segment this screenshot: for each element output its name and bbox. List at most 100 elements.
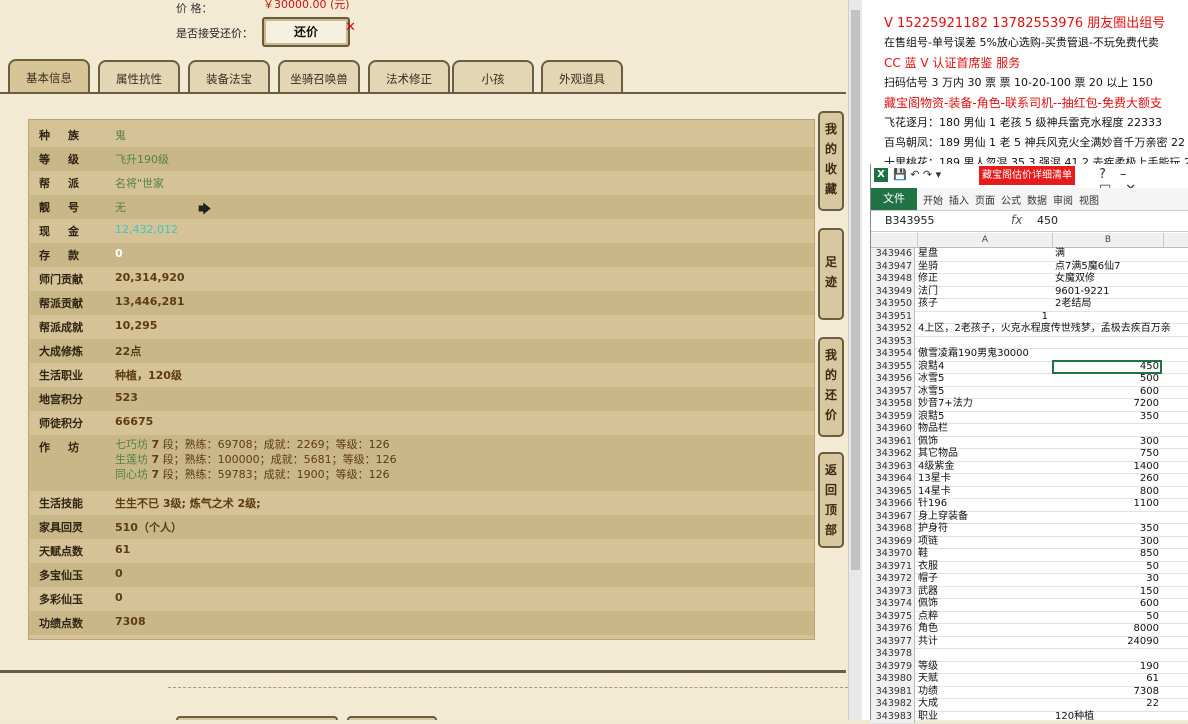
cell-a[interactable]: 项链 bbox=[917, 536, 1052, 548]
row-number[interactable]: 343972 bbox=[871, 573, 915, 586]
cell-b[interactable]: 7200 bbox=[1053, 398, 1161, 410]
cell-a[interactable]: 针196 bbox=[917, 498, 1052, 510]
row-number[interactable]: 343958 bbox=[871, 398, 915, 411]
sheet-row[interactable]: 343973武器150 bbox=[871, 586, 1188, 600]
cell-a[interactable]: 佩饰 bbox=[917, 598, 1052, 610]
row-number[interactable]: 343961 bbox=[871, 436, 915, 449]
cell-a[interactable]: 修正 bbox=[917, 273, 1052, 285]
row-number[interactable]: 343970 bbox=[871, 548, 915, 561]
row-number[interactable]: 343966 bbox=[871, 498, 915, 511]
cell-b[interactable]: 600 bbox=[1053, 386, 1161, 398]
cell-a[interactable]: 角色 bbox=[917, 623, 1052, 635]
row-number[interactable]: 343956 bbox=[871, 373, 915, 386]
sheet-row[interactable]: 3439511 bbox=[871, 311, 1188, 325]
cell-b[interactable]: 350 bbox=[1053, 411, 1161, 423]
cell-b[interactable]: 350 bbox=[1053, 523, 1161, 535]
cell-b[interactable]: 30 bbox=[1053, 573, 1161, 585]
cell-a[interactable]: 4上区，2老孩子，火克水程度传世残梦，孟极去疾百万亲 bbox=[917, 323, 1052, 335]
cell-a[interactable]: 其它物品 bbox=[917, 448, 1052, 460]
row-number[interactable]: 343971 bbox=[871, 561, 915, 574]
cell-a[interactable]: 衣服 bbox=[917, 561, 1052, 573]
cell-b[interactable]: 女魔双修 bbox=[1053, 273, 1161, 285]
sheet-row[interactable]: 343954傲雪凌霜190男鬼30000 bbox=[871, 348, 1188, 362]
cell-a[interactable]: 冰雪5 bbox=[917, 373, 1052, 385]
sheet-row[interactable]: 343970鞋850 bbox=[871, 548, 1188, 562]
sheet-row[interactable]: 343962其它物品750 bbox=[871, 448, 1188, 462]
row-number[interactable]: 343962 bbox=[871, 448, 915, 461]
row-number[interactable]: 343964 bbox=[871, 473, 915, 486]
cell-a[interactable]: 14星卡 bbox=[917, 486, 1052, 498]
bottom-button[interactable] bbox=[176, 716, 338, 720]
sheet-row[interactable]: 343979等级190 bbox=[871, 661, 1188, 675]
sheet-row[interactable]: 343980天赋61 bbox=[871, 673, 1188, 687]
cell-a[interactable]: 共计 bbox=[917, 636, 1052, 648]
sheet-row[interactable]: 343949法门9601-9221 bbox=[871, 286, 1188, 300]
file-tab[interactable]: 文件 bbox=[871, 188, 917, 210]
sheet-row[interactable]: 343982大成22 bbox=[871, 698, 1188, 712]
sheet-row[interactable]: 3439634级紫金1400 bbox=[871, 461, 1188, 475]
cell-b[interactable]: 190 bbox=[1053, 661, 1161, 673]
sheet-row[interactable]: 3439524上区，2老孩子，火克水程度传世残梦，孟极去疾百万亲 bbox=[871, 323, 1188, 337]
row-number[interactable]: 343980 bbox=[871, 673, 915, 686]
sheet-row[interactable]: 343968护身符350 bbox=[871, 523, 1188, 537]
sheet-row[interactable]: 343972帽子30 bbox=[871, 573, 1188, 587]
cell-a[interactable]: 鞋 bbox=[917, 548, 1052, 560]
row-number[interactable]: 343978 bbox=[871, 648, 915, 661]
row-number[interactable]: 343953 bbox=[871, 336, 915, 349]
page-scrollbar[interactable] bbox=[848, 0, 863, 720]
cell-b[interactable]: 300 bbox=[1053, 536, 1161, 548]
cell-b[interactable]: 61 bbox=[1053, 673, 1161, 685]
row-number[interactable]: 343947 bbox=[871, 261, 915, 274]
cell-b[interactable]: 50 bbox=[1053, 611, 1161, 623]
cell-a[interactable]: 法门 bbox=[917, 286, 1052, 298]
cell-b[interactable]: 50 bbox=[1053, 561, 1161, 573]
ribbon-tab[interactable]: 视图 bbox=[1079, 192, 1099, 207]
row-number[interactable]: 343952 bbox=[871, 323, 915, 336]
row-number[interactable]: 343973 bbox=[871, 586, 915, 599]
row-number[interactable]: 343983 bbox=[871, 711, 915, 724]
row-number[interactable]: 343957 bbox=[871, 386, 915, 399]
row-number[interactable]: 343960 bbox=[871, 423, 915, 436]
cell-a[interactable]: 1 bbox=[917, 311, 1048, 323]
ribbon-tab[interactable]: 公式 bbox=[1001, 192, 1021, 207]
row-number[interactable]: 343963 bbox=[871, 461, 915, 474]
cell-b[interactable]: 9601-9221 bbox=[1053, 286, 1161, 298]
sheet-row[interactable]: 343957冰雪5600 bbox=[871, 386, 1188, 400]
name-box[interactable]: B343955 bbox=[885, 214, 935, 227]
sheet-row[interactable]: 343976角色8000 bbox=[871, 623, 1188, 637]
cell-b[interactable]: 260 bbox=[1053, 473, 1161, 485]
cell-a[interactable]: 武器 bbox=[917, 586, 1052, 598]
scrollbar-thumb[interactable] bbox=[851, 10, 860, 570]
sheet-row[interactable]: 343946星盘满 bbox=[871, 248, 1188, 262]
cell-b[interactable]: 1400 bbox=[1053, 461, 1161, 473]
row-number[interactable]: 343955 bbox=[871, 361, 915, 374]
row-number[interactable]: 343977 bbox=[871, 636, 915, 649]
cell-b[interactable]: 120种植 bbox=[1053, 711, 1161, 723]
sheet-row[interactable]: 343974佩饰600 bbox=[871, 598, 1188, 612]
row-number[interactable]: 343951 bbox=[871, 311, 915, 324]
row-number[interactable]: 343975 bbox=[871, 611, 915, 624]
cell-b[interactable]: 500 bbox=[1053, 373, 1161, 385]
cell-a[interactable]: 傲雪凌霜190男鬼30000 bbox=[917, 348, 1052, 360]
cell-a[interactable]: 冰雪5 bbox=[917, 386, 1052, 398]
sheet-row[interactable]: 343961佩饰300 bbox=[871, 436, 1188, 450]
cell-b[interactable]: 7308 bbox=[1053, 686, 1161, 698]
cell-a[interactable]: 星盘 bbox=[917, 248, 1052, 260]
row-number[interactable]: 343982 bbox=[871, 698, 915, 711]
row-number[interactable]: 343968 bbox=[871, 523, 915, 536]
ribbon-tab[interactable]: 页面 bbox=[975, 192, 995, 207]
sheet-row[interactable]: 343967身上穿装备 bbox=[871, 511, 1188, 525]
cell-a[interactable]: 佩饰 bbox=[917, 436, 1052, 448]
sheet-row[interactable]: 343981功绩7308 bbox=[871, 686, 1188, 700]
sheet-row[interactable]: 343960物品栏 bbox=[871, 423, 1188, 437]
cell-a[interactable]: 浪黠5 bbox=[917, 411, 1052, 423]
cell-b[interactable]: 450 bbox=[1053, 361, 1161, 373]
tab-basic-info[interactable]: 基本信息 bbox=[8, 59, 90, 93]
cell-a[interactable]: 天赋 bbox=[917, 673, 1052, 685]
row-number[interactable]: 343949 bbox=[871, 286, 915, 299]
cell-b[interactable]: 150 bbox=[1053, 586, 1161, 598]
sheet-row[interactable]: 343975点粹50 bbox=[871, 611, 1188, 625]
ribbon-tab[interactable]: 数据 bbox=[1027, 192, 1047, 207]
cell-b[interactable]: 24090 bbox=[1053, 636, 1161, 648]
sheet-row[interactable]: 343966针1961100 bbox=[871, 498, 1188, 512]
